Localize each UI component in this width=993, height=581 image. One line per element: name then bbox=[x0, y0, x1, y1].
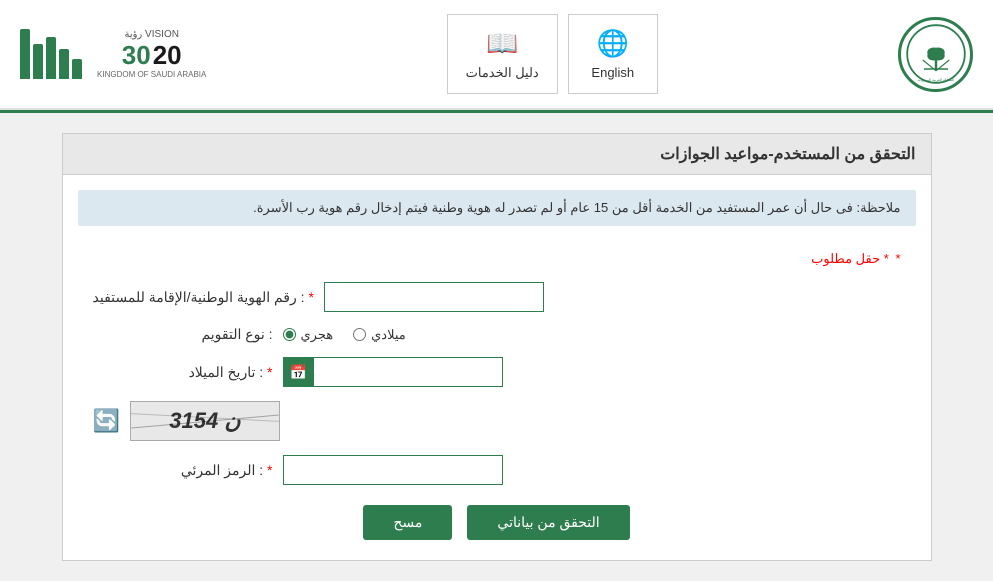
hijri-option[interactable]: هجري bbox=[283, 327, 334, 343]
bar-3 bbox=[46, 37, 56, 79]
calendar-icon: 📅 bbox=[290, 364, 307, 381]
form-body: * * حقل مطلوب * : رقم الهوية الوطنية/الإ… bbox=[63, 241, 931, 560]
id-field-row: * : رقم الهوية الوطنية/الإقامة للمستفيد bbox=[93, 282, 901, 312]
bar-1 bbox=[72, 59, 82, 79]
miladi-radio[interactable] bbox=[353, 328, 366, 341]
date-input-wrapper: 📅 bbox=[283, 357, 503, 387]
form-title-bar: التحقق من المستخدم-مواعيد الجوازات bbox=[63, 134, 931, 175]
birthdate-label: * : تاريخ الميلاد bbox=[93, 364, 273, 381]
form-title: التحقق من المستخدم-مواعيد الجوازات bbox=[660, 146, 915, 163]
form-buttons: التحقق من بياناتي مسح bbox=[93, 505, 901, 540]
captcha-input-row: * : الرمز المرئي bbox=[93, 455, 901, 485]
birthdate-row: 📅 * : تاريخ الميلاد bbox=[93, 357, 901, 387]
refresh-captcha-button[interactable]: 🔄 bbox=[93, 408, 120, 434]
bar-4 bbox=[33, 44, 43, 79]
svg-text:المملكة العربية السعودية: المملكة العربية السعودية bbox=[917, 77, 954, 82]
clear-button[interactable]: مسح bbox=[363, 505, 452, 540]
year-30: 30 bbox=[122, 42, 151, 68]
captcha-image: ن 3154 bbox=[130, 401, 280, 441]
notice-text: ملاحظة: فى حال أن عمر المستفيد من الخدمة… bbox=[253, 200, 900, 215]
logo-area: المملكة العربية السعودية bbox=[898, 17, 973, 92]
bar-5 bbox=[20, 29, 30, 79]
brand-logos: VISION رؤية 20 30 KINGDOM OF SAUDI ARABI… bbox=[20, 29, 206, 79]
id-required-star: * bbox=[308, 289, 313, 305]
vision-2030-logo: VISION رؤية 20 30 KINGDOM OF SAUDI ARABI… bbox=[97, 29, 206, 79]
hijri-label: هجري bbox=[301, 327, 334, 343]
header: المملكة العربية السعودية 🌐 English 📖 دلي… bbox=[0, 0, 993, 110]
emblem-svg: المملكة العربية السعودية bbox=[906, 24, 966, 84]
vision-text: VISION رؤية bbox=[124, 29, 179, 40]
id-label: * : رقم الهوية الوطنية/الإقامة للمستفيد bbox=[93, 289, 314, 306]
calendar-type-row: ميلادي هجري : نوع التقويم bbox=[93, 326, 901, 343]
main-content: التحقق من المستخدم-مواعيد الجوازات ملاحظ… bbox=[47, 133, 947, 561]
header-nav: 🌐 English 📖 دليل الخدمات bbox=[447, 14, 658, 94]
hijri-radio[interactable] bbox=[283, 328, 296, 341]
saudi-emblem: المملكة العربية السعودية bbox=[898, 17, 973, 92]
captcha-required-star: * bbox=[267, 462, 272, 478]
birthdate-input[interactable] bbox=[314, 361, 502, 384]
required-star: * bbox=[895, 251, 900, 266]
refresh-icon: 🔄 bbox=[93, 408, 120, 434]
year-20: 20 bbox=[153, 42, 182, 68]
verify-button[interactable]: التحقق من بياناتي bbox=[467, 505, 629, 540]
birthdate-required-star: * bbox=[267, 364, 272, 380]
captcha-image-row: ن 3154 🔄 bbox=[93, 401, 901, 441]
calendar-icon-btn[interactable]: 📅 bbox=[284, 358, 314, 386]
id-input[interactable] bbox=[324, 282, 544, 312]
calendar-radio-group: ميلادي هجري bbox=[283, 327, 406, 343]
captcha-input[interactable] bbox=[283, 455, 503, 485]
miladi-label: ميلادي bbox=[371, 327, 406, 343]
bar-2 bbox=[59, 49, 69, 79]
english-label: English bbox=[591, 65, 634, 80]
header-separator bbox=[0, 110, 993, 113]
services-guide-label: دليل الخدمات bbox=[466, 65, 539, 81]
required-note: * * حقل مطلوب bbox=[93, 251, 901, 267]
services-guide-button[interactable]: 📖 دليل الخدمات bbox=[447, 14, 558, 94]
captcha-display-text: ن 3154 bbox=[169, 408, 240, 434]
book-icon: 📖 bbox=[486, 28, 518, 59]
miladi-option[interactable]: ميلادي bbox=[353, 327, 406, 343]
english-button[interactable]: 🌐 English bbox=[568, 14, 658, 94]
notice-bar: ملاحظة: فى حال أن عمر المستفيد من الخدمة… bbox=[78, 190, 916, 226]
form-container: التحقق من المستخدم-مواعيد الجوازات ملاحظ… bbox=[62, 133, 932, 561]
captcha-label: * : الرمز المرئي bbox=[93, 462, 273, 479]
kingdom-label: KINGDOM OF SAUDI ARABIA bbox=[97, 70, 206, 79]
globe-icon: 🌐 bbox=[597, 28, 629, 59]
calendar-type-label: : نوع التقويم bbox=[93, 326, 273, 343]
absher-bars-logo bbox=[20, 29, 82, 79]
